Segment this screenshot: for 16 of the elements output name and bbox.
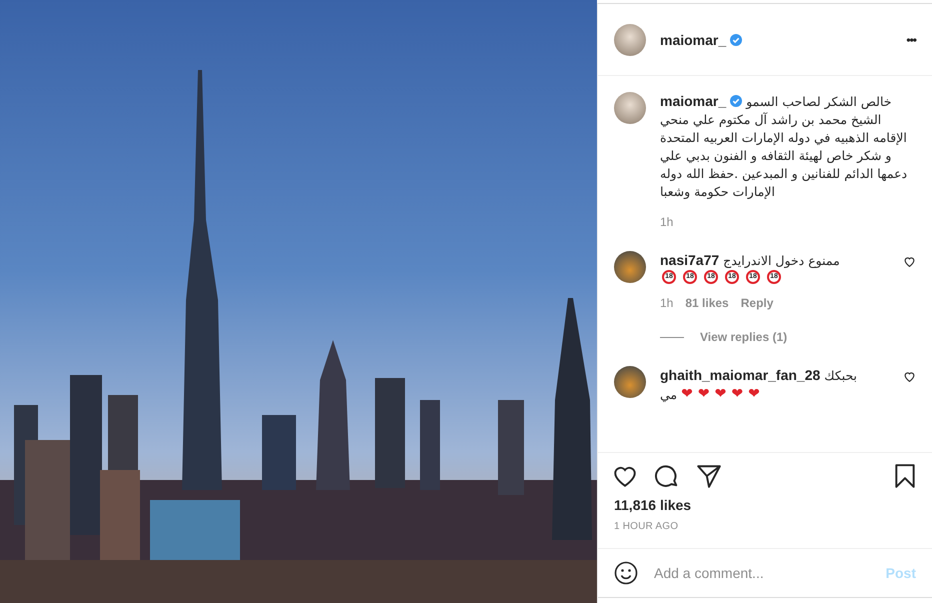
like-heart-icon[interactable] [903,370,916,383]
comment-icon[interactable] [654,463,680,489]
username[interactable]: ghaith_maiomar_fan_28 [660,367,820,383]
send-icon[interactable] [696,463,722,489]
username[interactable]: maiomar_ [660,32,726,48]
post-time: 1 HOUR AGO [613,520,680,534]
username[interactable]: maiomar_ [660,93,726,109]
avatar[interactable] [614,366,646,398]
likes-count[interactable]: 11,816 likes [598,493,932,517]
avatar[interactable] [614,251,646,283]
username[interactable]: nasi7a77 [660,252,720,268]
like-heart-icon[interactable] [903,255,916,268]
emoji-icon[interactable] [614,561,638,585]
timestamp: 1h [660,215,674,229]
timestamp: 1h [660,296,674,310]
more-options-button[interactable]: ••• [906,32,916,46]
